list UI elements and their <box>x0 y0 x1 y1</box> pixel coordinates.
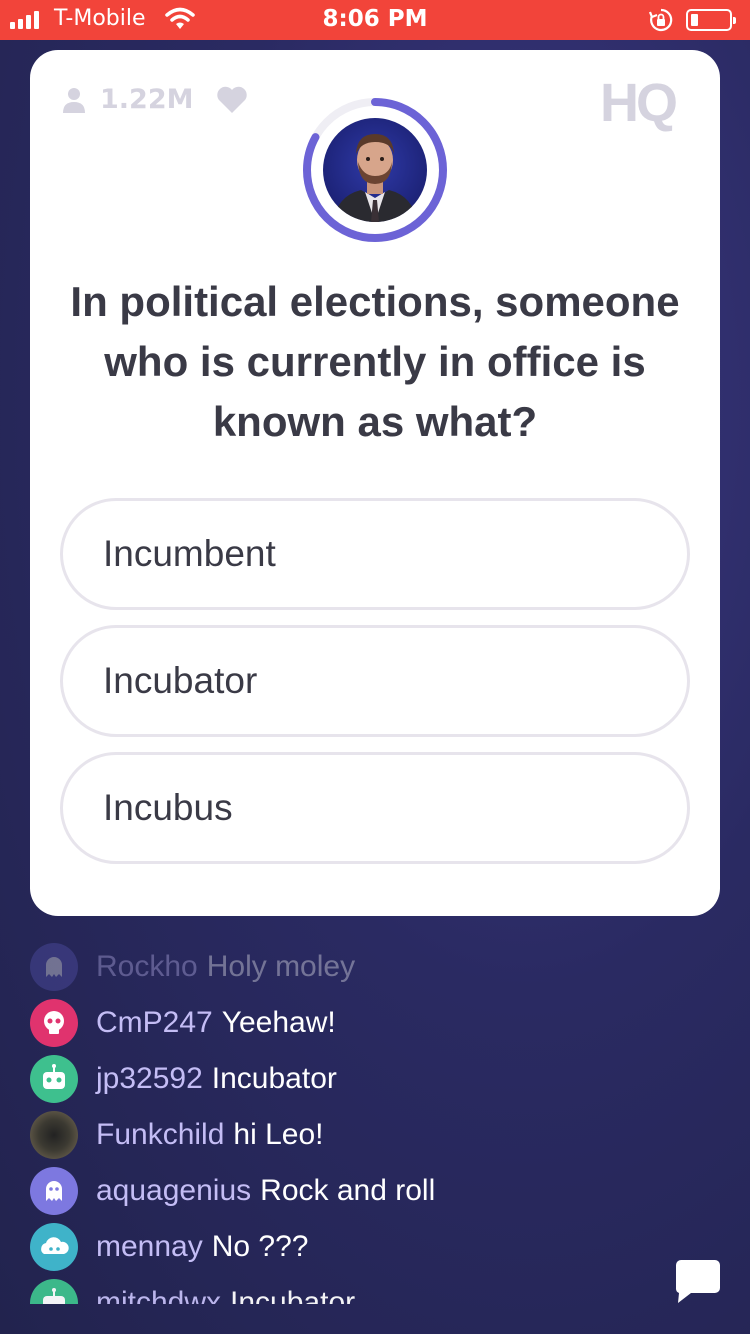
chat-bubble-icon[interactable] <box>675 1258 721 1304</box>
chat-text: Holy moley <box>206 950 356 983</box>
answer-label: Incubator <box>103 660 258 701</box>
viewer-count-label: 1.22M <box>100 84 194 115</box>
skull-icon <box>30 999 78 1047</box>
chat-username: Funkchild <box>96 1118 225 1151</box>
chat-feed[interactable]: Rockho Holy moley CmP247 Yeehaw! jp32592… <box>30 940 690 1304</box>
chat-message: mitchdwx Incubator <box>30 1278 355 1304</box>
answer-option-2[interactable]: Incubator <box>60 625 690 737</box>
ghost-icon <box>30 943 78 991</box>
person-icon <box>63 87 85 113</box>
question-card: 1.22M HQ In political elections, someone… <box>30 50 720 916</box>
cloud-icon <box>30 1223 78 1271</box>
question-text: In political elections, someone who is c… <box>70 278 680 445</box>
status-bar: T-Mobile 8:06 PM <box>0 0 750 40</box>
heart-icon[interactable] <box>216 86 248 114</box>
chat-username: jp32592 <box>96 1062 203 1095</box>
rotation-lock-icon <box>649 8 673 32</box>
answer-label: Incumbent <box>103 533 276 574</box>
robot-icon <box>30 1279 78 1304</box>
photo-avatar <box>30 1111 78 1159</box>
hq-logo: HQ <box>600 73 678 133</box>
chat-text: Incubator <box>230 1286 356 1304</box>
chat-text: hi Leo! <box>233 1118 324 1151</box>
chat-username: Rockho <box>96 950 198 983</box>
answer-option-1[interactable]: Incumbent <box>60 498 690 610</box>
chat-message: CmP247 Yeehaw! <box>30 998 336 1048</box>
answer-option-3[interactable]: Incubus <box>60 752 690 864</box>
host-avatar <box>323 118 427 222</box>
host-timer <box>301 96 449 244</box>
robot-icon <box>30 1055 78 1103</box>
chat-username: aquagenius <box>96 1174 252 1207</box>
ghost-icon <box>30 1167 78 1215</box>
chat-text: Rock and roll <box>260 1174 436 1207</box>
chat-text: No ??? <box>211 1230 309 1263</box>
chat-username: CmP247 <box>96 1006 213 1039</box>
chat-message: mennay No ??? <box>30 1222 308 1272</box>
answer-label: Incubus <box>103 787 233 828</box>
clock: 8:06 PM <box>322 6 428 32</box>
chat-text: Yeehaw! <box>221 1006 336 1039</box>
chat-message: Funkchild hi Leo! <box>30 1110 323 1160</box>
chat-username: mitchdwx <box>96 1286 222 1304</box>
chat-message: aquagenius Rock and roll <box>30 1166 435 1216</box>
battery-icon <box>686 9 736 31</box>
chat-message: Rockho Holy moley <box>30 942 355 992</box>
viewer-count: 1.22M <box>62 84 194 115</box>
chat-text: Incubator <box>211 1062 337 1095</box>
chat-message: jp32592 Incubator <box>30 1054 337 1104</box>
chat-username: mennay <box>96 1230 203 1263</box>
